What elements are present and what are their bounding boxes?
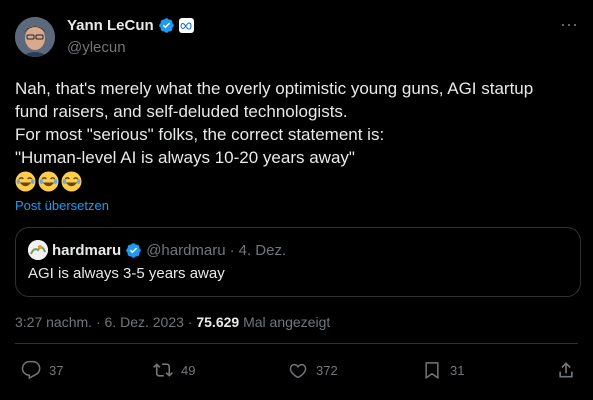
- tweet-date[interactable]: 6. Dez. 2023: [105, 314, 184, 330]
- verified-badge-icon: [158, 18, 174, 33]
- repost-icon: [153, 363, 173, 377]
- tweet-text: Nah, that's merely what the overly optim…: [15, 77, 575, 192]
- heart-icon: [289, 363, 307, 379]
- like-button[interactable]: 372: [288, 360, 338, 380]
- tweet: Yann LeCun @ylecun ··· Nah, that's merel…: [0, 0, 593, 400]
- quoted-author-handle[interactable]: @hardmaru: [146, 242, 225, 259]
- separator-dot: ·: [187, 314, 193, 330]
- divider: [15, 343, 578, 344]
- meta-logo-icon[interactable]: [178, 18, 194, 33]
- emoji-row: [15, 171, 575, 192]
- author-avatar[interactable]: [15, 17, 55, 57]
- bookmark-icon: [425, 362, 439, 379]
- laughing-emoji-icon: [15, 171, 36, 192]
- author-handle[interactable]: @ylecun: [67, 39, 126, 56]
- views-count: 75.629: [196, 314, 240, 330]
- like-count: 372: [316, 362, 338, 378]
- avatar-image: [15, 17, 55, 57]
- quoted-tweet-text: AGI is always 3-5 years away: [28, 265, 225, 282]
- repost-count: 49: [181, 362, 196, 378]
- laughing-emoji-icon: [61, 171, 82, 192]
- bookmark-count: 31: [450, 362, 465, 378]
- reply-button[interactable]: 37: [21, 360, 63, 380]
- share-button[interactable]: [556, 360, 576, 380]
- translate-link[interactable]: Post übersetzen: [15, 198, 109, 213]
- author-name[interactable]: Yann LeCun: [67, 17, 154, 34]
- quoted-author-avatar[interactable]: [28, 240, 48, 260]
- reply-count: 37: [49, 362, 64, 378]
- quoted-tweet-date[interactable]: 4. Dez.: [239, 242, 287, 259]
- views-label: Mal angezeigt: [243, 314, 331, 330]
- more-options-icon[interactable]: ···: [559, 15, 579, 38]
- laughing-emoji-icon: [38, 171, 59, 192]
- tweet-line: Nah, that's merely what the overly optim…: [15, 79, 534, 98]
- quoted-author-name[interactable]: hardmaru: [52, 242, 121, 259]
- quoted-tweet-header: hardmaru @hardmaru · 4. Dez.: [28, 240, 286, 260]
- author-name-row[interactable]: Yann LeCun: [67, 17, 194, 34]
- reply-icon: [21, 360, 41, 380]
- tweet-time[interactable]: 3:27 nachm.: [15, 314, 92, 330]
- tweet-meta: 3:27 nachm. · 6. Dez. 2023 · 75.629 Mal …: [15, 314, 330, 330]
- separator-dot: ·: [229, 241, 235, 259]
- bookmark-button[interactable]: 31: [422, 360, 464, 380]
- share-icon: [559, 362, 573, 378]
- quoted-tweet[interactable]: hardmaru @hardmaru · 4. Dez. AGI is alwa…: [15, 227, 581, 297]
- tweet-line: For most "serious" folks, the correct st…: [15, 125, 385, 144]
- tweet-line: fund raisers, and self-deluded technolog…: [15, 102, 348, 121]
- repost-button[interactable]: 49: [153, 360, 195, 380]
- verified-badge-icon: [126, 242, 141, 258]
- tweet-line: "Human-level AI is always 10-20 years aw…: [15, 148, 355, 167]
- separator-dot: ·: [95, 314, 101, 330]
